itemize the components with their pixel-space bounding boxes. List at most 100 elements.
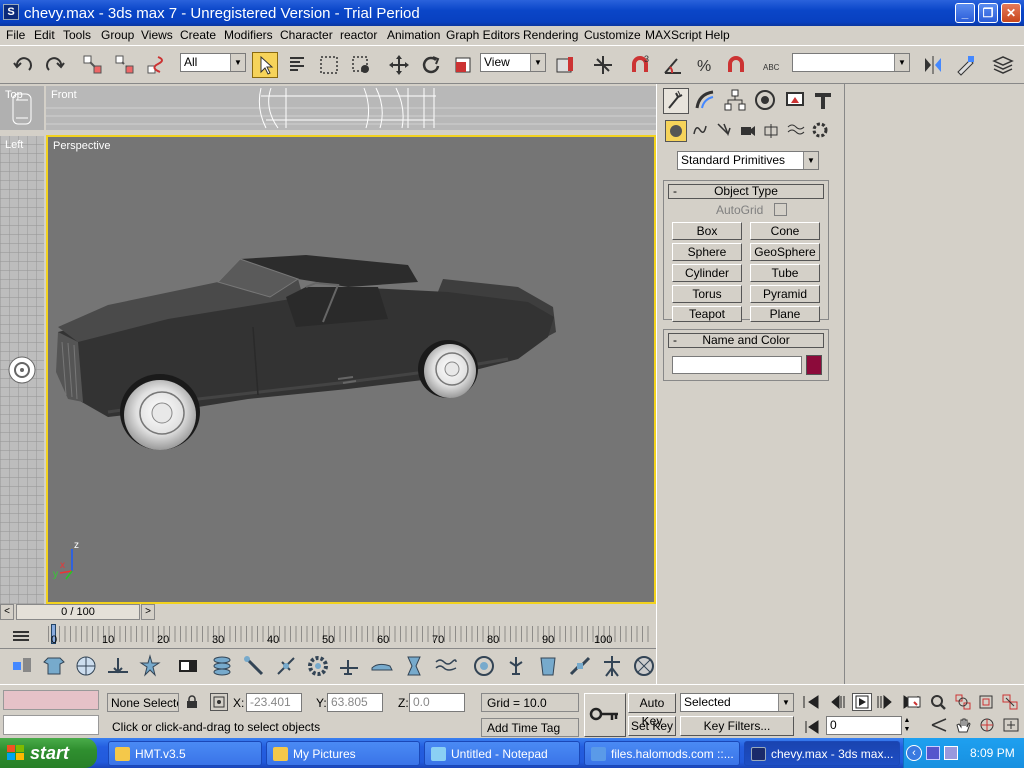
name-and-color-rollout-header[interactable]: - Name and Color <box>668 333 824 348</box>
zoom-extents-icon[interactable] <box>978 694 994 710</box>
modify-tab-icon[interactable] <box>693 88 719 114</box>
time-slider-prev-button[interactable]: < <box>0 604 14 620</box>
arc-rotate-icon[interactable] <box>978 717 996 733</box>
field-of-view-icon[interactable] <box>930 717 948 733</box>
redo-icon[interactable] <box>42 52 68 78</box>
cylinder-button[interactable]: Cylinder <box>672 264 742 282</box>
absolute-mode-icon[interactable] <box>210 693 228 711</box>
toy-car-icon[interactable] <box>368 652 396 680</box>
cloth-icon[interactable] <box>174 652 202 680</box>
taskbar-item-notepad[interactable]: Untitled - Notepad <box>424 741 580 766</box>
pivot-point-center-icon[interactable] <box>552 52 578 78</box>
x-coordinate-field[interactable]: -23.401 <box>246 693 302 712</box>
object-color-swatch[interactable] <box>806 355 822 375</box>
object-type-rollout-header[interactable]: - Object Type <box>668 184 824 199</box>
edit-named-selection-icon[interactable]: ABC <box>760 52 786 78</box>
key-mode-toggle-icon[interactable] <box>804 720 820 734</box>
lights-icon[interactable] <box>714 120 736 142</box>
wheel-shelf-icon[interactable] <box>630 652 658 680</box>
preview-icon[interactable] <box>470 652 498 680</box>
car-model[interactable] <box>48 137 654 602</box>
auto-key-button[interactable]: Auto Key <box>628 693 676 728</box>
frame-spinner-icon[interactable]: ▲ ▼ <box>902 716 912 735</box>
maximize-viewport-icon[interactable] <box>1002 717 1020 733</box>
menu-customize[interactable]: Customize <box>584 28 641 42</box>
water-icon[interactable] <box>432 652 460 680</box>
menu-rendering[interactable]: Rendering <box>523 28 578 42</box>
pan-hand-icon[interactable] <box>954 717 972 733</box>
y-coordinate-field[interactable]: 63.805 <box>327 693 383 712</box>
pyramid-button[interactable]: Pyramid <box>750 285 820 303</box>
stack-icon[interactable] <box>208 652 236 680</box>
select-and-move-icon[interactable] <box>386 52 412 78</box>
torus-button[interactable]: Torus <box>672 285 742 303</box>
zoom-extents-all-icon[interactable] <box>1002 694 1018 710</box>
app-icon[interactable]: S <box>3 4 19 20</box>
menu-views[interactable]: Views <box>141 28 173 42</box>
object-name-field[interactable] <box>672 356 802 374</box>
align-icon[interactable] <box>952 52 978 78</box>
zoom-icon[interactable] <box>930 694 946 710</box>
menu-animation[interactable]: Animation <box>387 28 440 42</box>
snap-toggle-icon[interactable]: 3 <box>628 52 654 78</box>
utilities-tab-icon[interactable] <box>811 88 837 114</box>
figure-icon[interactable] <box>136 652 164 680</box>
window-crossing-icon[interactable] <box>348 52 374 78</box>
bucket-icon[interactable] <box>534 652 562 680</box>
viewport-top[interactable]: Top <box>0 86 44 130</box>
previous-frame-icon[interactable] <box>830 695 848 709</box>
layer-manager-icon[interactable] <box>990 52 1016 78</box>
viewport-front[interactable]: Front <box>46 86 656 130</box>
tray-expand-icon[interactable]: ‹ <box>906 745 922 761</box>
bind-to-space-warp-icon[interactable] <box>144 52 170 78</box>
sphere-button[interactable]: Sphere <box>672 243 742 261</box>
clothing-tab-icon[interactable] <box>40 652 68 680</box>
plane-button[interactable]: Plane <box>750 306 820 322</box>
named-selection-set-dropdown[interactable]: ▼ <box>792 53 910 72</box>
maxscript-listener-pink[interactable] <box>3 690 99 710</box>
menu-file[interactable]: File <box>6 28 25 42</box>
analyze-icon[interactable] <box>502 652 530 680</box>
menu-create[interactable]: Create <box>180 28 216 42</box>
sphere-shelf-icon[interactable] <box>72 652 100 680</box>
play-button[interactable] <box>852 693 872 711</box>
maximize-button[interactable]: ❐ <box>978 3 998 23</box>
key-mode-dropdown[interactable]: Selected ▼ <box>680 693 794 712</box>
menu-maxscript[interactable]: MAXScript <box>645 28 702 42</box>
go-to-start-icon[interactable] <box>802 695 820 709</box>
menu-reactor[interactable]: reactor <box>340 28 377 42</box>
cameras-icon[interactable] <box>738 120 760 142</box>
current-frame-field[interactable]: 0 <box>826 716 902 735</box>
box-button[interactable]: Box <box>672 222 742 240</box>
menu-edit[interactable]: Edit <box>34 28 55 42</box>
minimize-button[interactable]: _ <box>955 3 975 23</box>
taskbar-item-my-pictures[interactable]: My Pictures <box>266 741 420 766</box>
undo-icon[interactable] <box>10 52 36 78</box>
create-tab-icon[interactable] <box>663 88 689 114</box>
rectangular-selection-icon[interactable] <box>316 52 342 78</box>
geometry-icon[interactable] <box>665 120 687 142</box>
time-slider[interactable]: < 0 / 100 > <box>0 604 156 620</box>
taskbar-item-hmt[interactable]: HMT.v3.5 <box>108 741 262 766</box>
systems-icon[interactable] <box>810 120 832 142</box>
close-button[interactable]: ✕ <box>1001 3 1021 23</box>
menu-tools[interactable]: Tools <box>63 28 91 42</box>
key-filters-button[interactable]: Key Filters... <box>680 716 794 736</box>
mini-curve-editor-icon[interactable] <box>12 628 30 644</box>
selection-filter-dropdown[interactable]: All ▼ <box>180 53 246 72</box>
mirror-icon[interactable] <box>920 52 946 78</box>
add-time-tag-button[interactable]: Add Time Tag <box>481 718 579 737</box>
menu-character[interactable]: Character <box>280 28 333 42</box>
primitive-type-dropdown[interactable]: Standard Primitives ▼ <box>677 151 819 170</box>
unlink-selection-icon[interactable] <box>112 52 138 78</box>
lock-icon[interactable] <box>185 695 199 709</box>
select-by-name-icon[interactable] <box>284 52 310 78</box>
z-coordinate-field[interactable]: 0.0 <box>409 693 465 712</box>
time-slider-next-button[interactable]: > <box>141 604 155 620</box>
rope-icon[interactable] <box>240 652 268 680</box>
ragdoll-icon[interactable] <box>598 652 626 680</box>
menu-modifiers[interactable]: Modifiers <box>224 28 273 42</box>
geosphere-button[interactable]: GeoSphere <box>750 243 820 261</box>
select-and-scale-icon[interactable] <box>450 52 476 78</box>
network-icon[interactable] <box>926 746 940 760</box>
